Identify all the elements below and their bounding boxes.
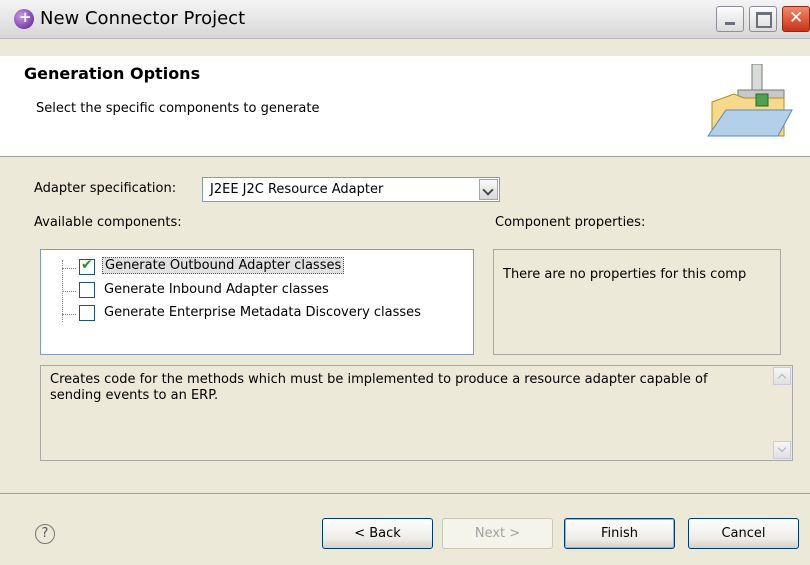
components-tree[interactable]: Generate Outbound Adapter classes Genera… [40,249,474,355]
checkbox-inbound[interactable] [79,282,95,298]
checkbox-outbound[interactable] [79,257,95,275]
new-connector-project-dialog: New Connector Project Generation Options… [0,0,810,565]
checkbox-metadata-discovery[interactable] [79,305,95,321]
tree-branch-line [62,314,76,315]
title-bar[interactable]: New Connector Project [0,0,810,39]
description-area[interactable]: Creates code for the methods which must … [40,365,793,461]
page-title: Generation Options [24,64,201,83]
help-icon[interactable]: ? [35,524,55,544]
properties-text: There are no properties for this comp [503,267,747,282]
footer-divider [0,493,810,494]
tree-branch-line [62,268,76,269]
page-subtitle: Select the specific components to genera… [36,101,320,116]
wizard-header: Generation Options Select the specific c… [0,56,810,157]
item-label-outbound: Generate Outbound Adapter classes [102,257,345,274]
window-title: New Connector Project [40,8,246,29]
minimize-button[interactable] [716,6,744,32]
item-label-metadata-discovery: Generate Enterprise Metadata Discovery c… [104,305,421,320]
component-properties-label: Component properties: [495,215,646,230]
description-text: Creates code for the methods which must … [50,372,708,403]
wizard-body: Adapter specification: J2EE J2C Resource… [0,157,810,493]
finish-button[interactable]: Finish [564,518,675,549]
adapter-spec-select[interactable]: J2EE J2C Resource Adapter [202,177,500,202]
next-button[interactable]: Next > [442,518,553,549]
description-scrollbar[interactable] [773,367,791,459]
available-components-label: Available components: [34,215,182,230]
component-properties-panel: There are no properties for this comp [493,249,781,355]
app-icon [14,8,34,29]
maximize-button[interactable] [749,6,777,32]
scroll-down-arrow-icon[interactable] [773,441,791,459]
adapter-spec-label: Adapter specification: [34,181,177,196]
close-button[interactable] [782,6,810,32]
chevron-down-icon[interactable] [479,179,498,200]
scroll-up-arrow-icon[interactable] [773,367,791,385]
tree-branch-line [62,291,76,292]
cancel-button[interactable]: Cancel [688,518,799,549]
back-button[interactable]: < Back [322,518,433,549]
adapter-spec-value: J2EE J2C Resource Adapter [210,182,384,197]
item-label-inbound: Generate Inbound Adapter classes [104,282,329,297]
folder-connector-icon [707,64,793,137]
